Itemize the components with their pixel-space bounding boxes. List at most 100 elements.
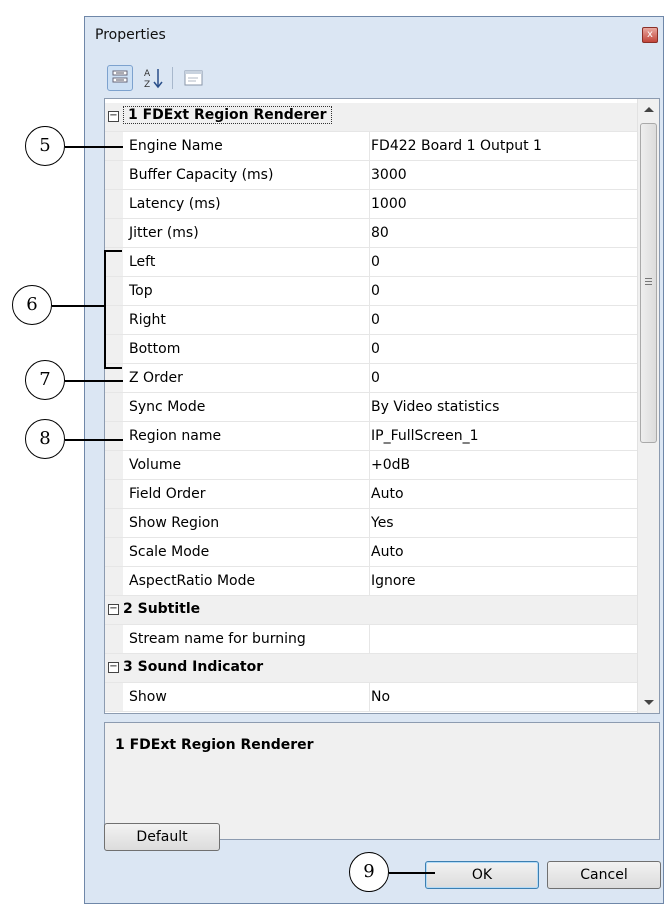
scroll-grip-icon — [645, 278, 652, 279]
property-value[interactable]: +0dB — [371, 457, 410, 473]
column-divider[interactable] — [369, 190, 370, 218]
column-divider[interactable] — [369, 422, 370, 450]
property-name: AspectRatio Mode — [129, 573, 256, 589]
row-gutter — [105, 480, 123, 508]
property-grid[interactable]: −1 FDExt Region Renderer Engine Name FD422… — [104, 98, 660, 714]
property-row[interactable]: Stream name for burning — [105, 625, 637, 654]
property-value[interactable]: No — [371, 689, 390, 705]
toolbar-separator — [172, 67, 173, 89]
property-row[interactable]: Buffer Capacity (ms) 3000 — [105, 161, 637, 190]
row-gutter — [105, 219, 123, 247]
property-value[interactable]: 80 — [371, 225, 389, 241]
row-gutter — [105, 422, 123, 450]
category-row[interactable]: −1 FDExt Region Renderer — [105, 103, 637, 132]
property-value[interactable]: 0 — [371, 254, 380, 270]
property-value[interactable]: Auto — [371, 544, 404, 560]
categorized-icon[interactable] — [107, 65, 133, 91]
collapse-icon[interactable]: − — [108, 604, 119, 615]
property-row[interactable]: Bottom 0 — [105, 335, 637, 364]
property-name: Stream name for burning — [129, 631, 306, 647]
property-row[interactable]: Field Order Auto — [105, 480, 637, 509]
row-gutter — [105, 393, 123, 421]
property-row[interactable]: Show Region Yes — [105, 509, 637, 538]
scroll-down-icon[interactable] — [644, 700, 654, 705]
property-value[interactable]: 0 — [371, 341, 380, 357]
property-row[interactable]: Sync Mode By Video statistics — [105, 393, 637, 422]
property-name: Bottom — [129, 341, 181, 357]
callout-6-bracket — [104, 250, 106, 368]
column-divider[interactable] — [369, 538, 370, 566]
property-row[interactable]: Top 0 — [105, 277, 637, 306]
property-row[interactable]: Scale Mode Auto — [105, 538, 637, 567]
property-value[interactable]: Ignore — [371, 573, 416, 589]
column-divider[interactable] — [369, 567, 370, 595]
property-value[interactable]: 1000 — [371, 196, 407, 212]
sort-az-icon[interactable]: A Z — [141, 65, 167, 91]
property-value[interactable]: Auto — [371, 486, 404, 502]
property-row[interactable]: Left 0 — [105, 248, 637, 277]
property-name: Field Order — [129, 486, 206, 502]
property-row[interactable]: Engine Name FD422 Board 1 Output 1 — [105, 132, 637, 161]
property-row[interactable]: Show No — [105, 683, 637, 712]
row-gutter — [105, 335, 123, 363]
column-divider[interactable] — [369, 277, 370, 305]
property-name: Sync Mode — [129, 399, 206, 415]
column-divider[interactable] — [369, 132, 370, 160]
title-bar: Properties x — [85, 17, 663, 53]
column-divider[interactable] — [369, 364, 370, 392]
close-icon[interactable]: x — [642, 27, 658, 43]
column-divider[interactable] — [369, 451, 370, 479]
column-divider[interactable] — [369, 219, 370, 247]
property-row[interactable]: Right 0 — [105, 306, 637, 335]
property-row[interactable]: Jitter (ms) 80 — [105, 219, 637, 248]
property-name: Show Region — [129, 515, 220, 531]
column-divider[interactable] — [369, 306, 370, 334]
category-row[interactable]: −3 Sound Indicator — [105, 654, 637, 683]
property-value[interactable]: Yes — [371, 515, 394, 531]
scrollbar-thumb[interactable] — [640, 123, 657, 443]
row-gutter — [105, 277, 123, 305]
column-divider[interactable] — [369, 625, 370, 653]
callout-9: 9 — [349, 852, 389, 892]
property-pages-icon[interactable] — [181, 65, 207, 91]
property-row[interactable]: Z Order 0 — [105, 364, 637, 393]
properties-dialog: Properties x A Z − 1 FDExt Region Render… — [84, 16, 664, 904]
category-label: 2 Subtitle — [123, 601, 201, 617]
row-gutter — [105, 248, 123, 276]
column-divider[interactable] — [369, 248, 370, 276]
ok-button[interactable]: OK — [425, 861, 539, 889]
property-value[interactable]: 0 — [371, 283, 380, 299]
property-row[interactable]: Region name IP_FullScreen_1 — [105, 422, 637, 451]
collapse-icon[interactable]: − — [108, 662, 119, 673]
toolbar: A Z — [107, 65, 247, 95]
window-title: Properties — [95, 27, 166, 43]
category-row[interactable]: −2 Subtitle — [105, 596, 637, 625]
default-button[interactable]: Default — [104, 823, 220, 851]
property-row[interactable]: Latency (ms) 1000 — [105, 190, 637, 219]
column-divider[interactable] — [369, 161, 370, 189]
svg-text:A: A — [144, 69, 151, 79]
column-divider[interactable] — [369, 683, 370, 711]
property-value[interactable]: 0 — [371, 370, 380, 386]
property-value[interactable]: 3000 — [371, 167, 407, 183]
collapse-icon[interactable]: − — [108, 111, 119, 122]
column-divider[interactable] — [369, 335, 370, 363]
column-divider[interactable] — [369, 480, 370, 508]
scroll-up-icon[interactable] — [644, 107, 654, 112]
property-value[interactable]: By Video statistics — [371, 399, 499, 415]
vertical-scrollbar[interactable] — [637, 99, 659, 713]
property-value[interactable]: FD422 Board 1 Output 1 — [371, 138, 542, 154]
column-divider[interactable] — [369, 393, 370, 421]
column-divider[interactable] — [369, 509, 370, 537]
row-gutter — [105, 538, 123, 566]
cancel-button[interactable]: Cancel — [547, 861, 661, 889]
property-name: Engine Name — [129, 138, 223, 154]
property-value[interactable]: IP_FullScreen_1 — [371, 428, 479, 444]
property-row[interactable]: Volume +0dB — [105, 451, 637, 480]
row-gutter — [105, 451, 123, 479]
row-gutter — [105, 190, 123, 218]
property-value[interactable]: 0 — [371, 312, 380, 328]
callout-6: 6 — [12, 285, 52, 325]
svg-text:Z: Z — [144, 80, 150, 90]
property-row[interactable]: AspectRatio Mode Ignore — [105, 567, 637, 596]
